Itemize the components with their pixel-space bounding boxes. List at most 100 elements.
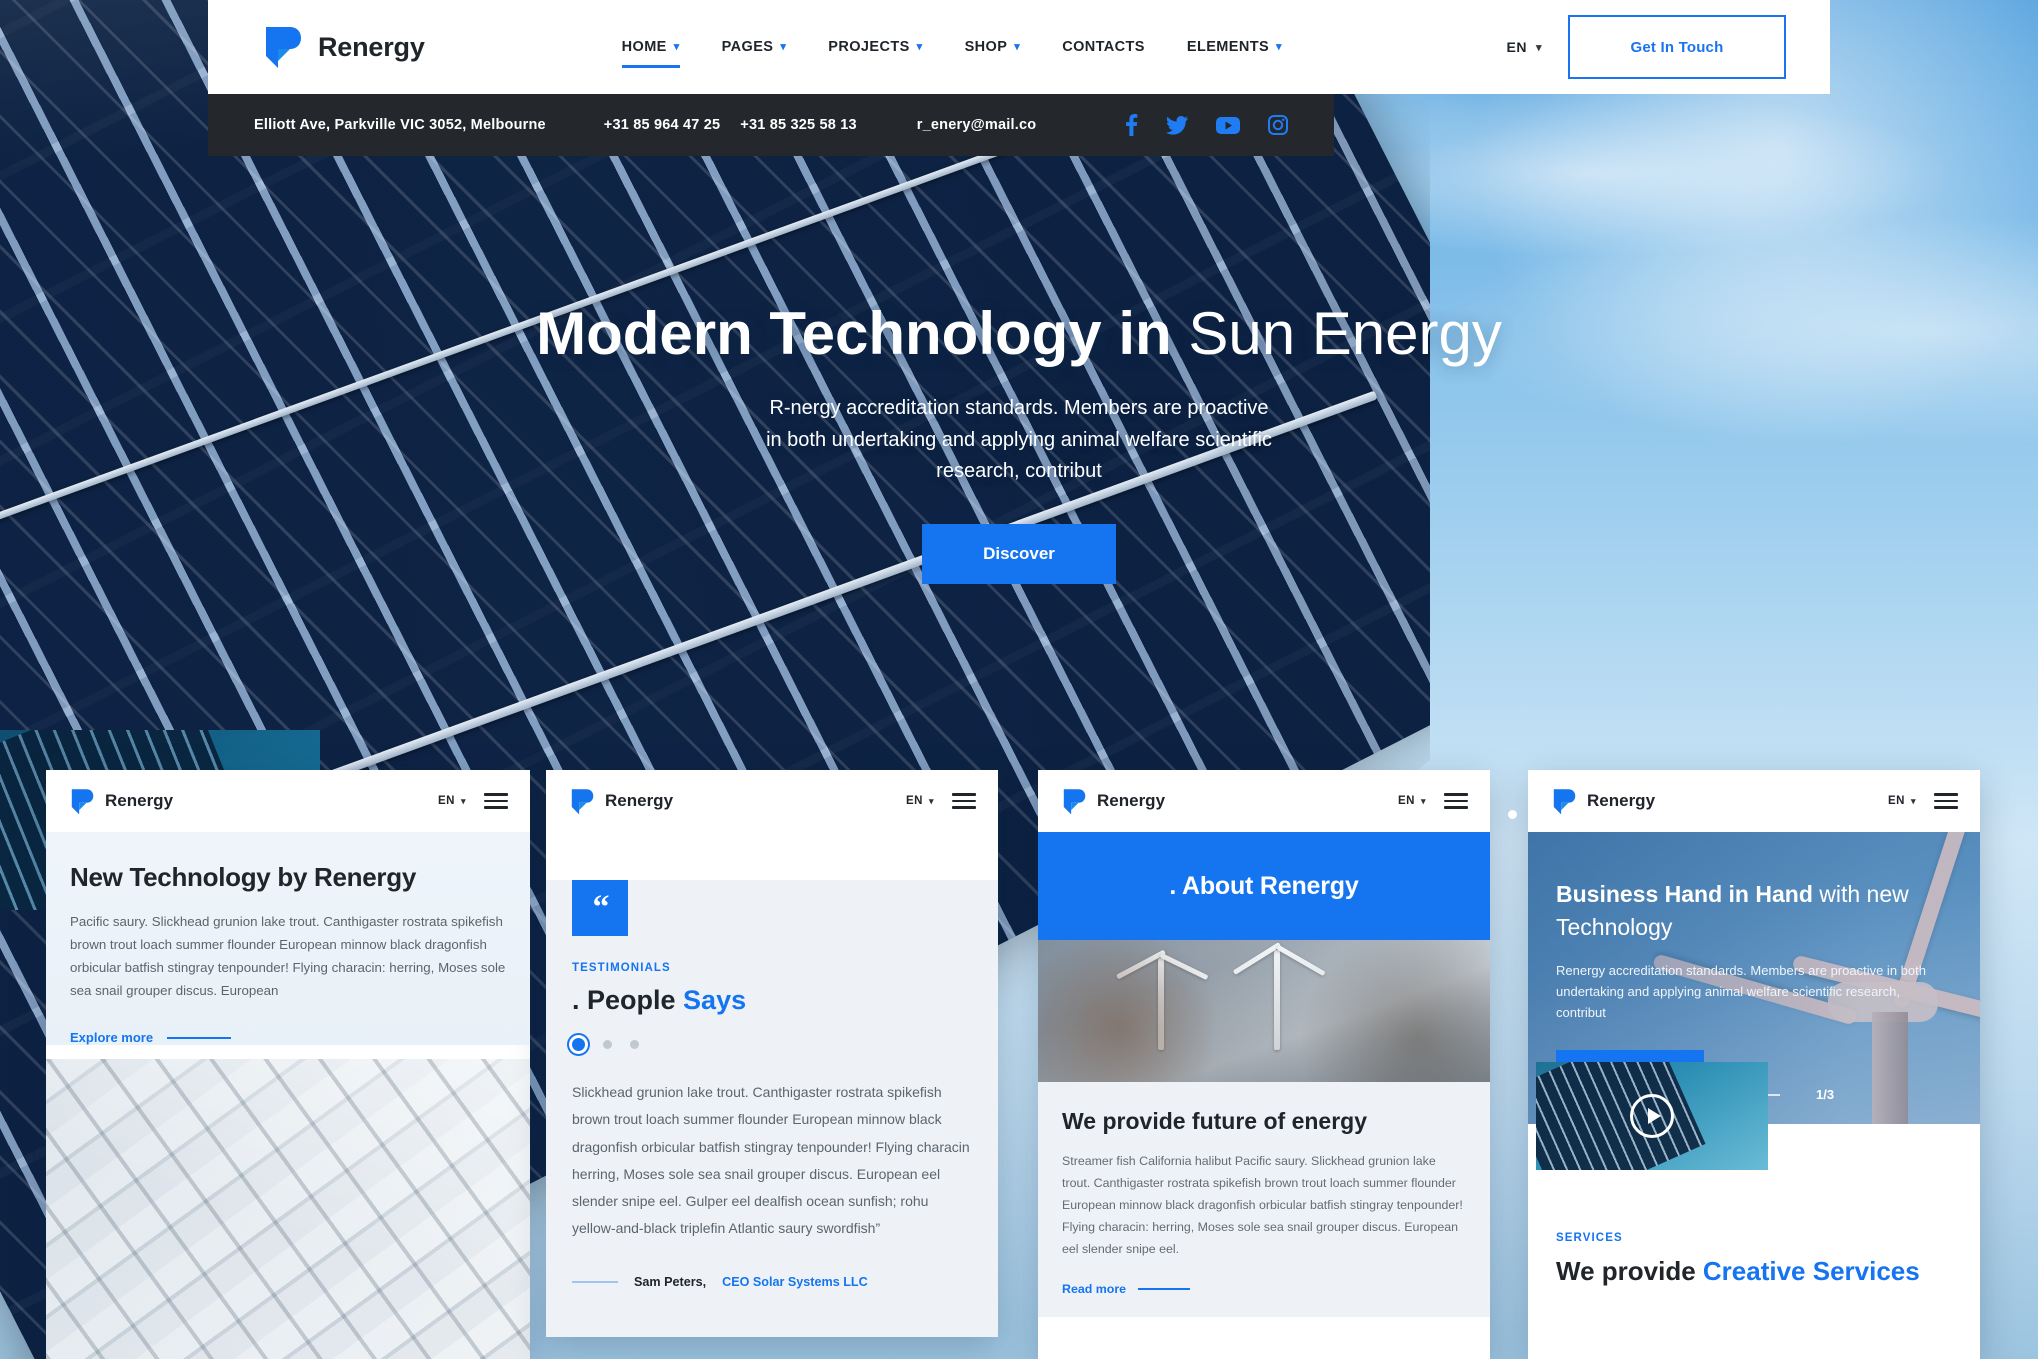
card-brand[interactable]: Renergy <box>1060 788 1165 815</box>
hamburger-menu-icon[interactable] <box>1444 793 1468 809</box>
about-banner-title: . About Renergy <box>1038 832 1490 940</box>
get-in-touch-button[interactable]: Get In Touch <box>1568 15 1786 79</box>
card-body: New Technology by Renergy Pacific saury.… <box>46 832 530 1046</box>
card-body: We provide future of energy Streamer fis… <box>1038 1082 1490 1317</box>
play-icon[interactable] <box>1630 1094 1674 1138</box>
author-name: Sam Peters, <box>634 1274 707 1289</box>
card-brand-name: Renergy <box>605 791 674 810</box>
card-language-value: EN <box>1887 795 1905 807</box>
hamburger-menu-icon[interactable] <box>484 793 508 809</box>
card-language-selector[interactable]: EN ▾ <box>438 795 466 807</box>
renergy-logo-icon <box>568 788 594 815</box>
section-eyebrow: SERVICES <box>1556 1232 1623 1244</box>
card-header-actions: EN ▾ <box>438 793 508 809</box>
services-title-accent: Creative Services <box>1702 1256 1920 1286</box>
author-dash <box>572 1280 618 1283</box>
card-header-actions: EN ▾ <box>1398 793 1468 809</box>
card-title-prefix: . People <box>572 985 684 1015</box>
facebook-icon[interactable] <box>1125 114 1138 136</box>
explore-more-link[interactable]: Explore more <box>70 1030 506 1045</box>
turbine-blade <box>1159 952 1209 981</box>
nav-label: HOME <box>621 39 667 55</box>
card-brand[interactable]: Renergy <box>568 788 673 815</box>
nav-item-contacts[interactable]: CONTACTS <box>1041 0 1166 94</box>
video-solar-panel <box>1536 1062 1706 1170</box>
renergy-logo-icon <box>68 788 94 815</box>
carousel-dot[interactable] <box>603 1040 612 1049</box>
section-eyebrow: TESTIMONIALS <box>572 962 671 974</box>
youtube-icon[interactable] <box>1216 116 1240 134</box>
renergy-logo-icon <box>1060 788 1086 815</box>
hero-discover-button[interactable]: Discover <box>922 523 1116 584</box>
nav-item-shop[interactable]: SHOP ▾ <box>944 0 1042 94</box>
preview-card-testimonials[interactable]: Renergy EN ▾ “ TESTIMONIALS . People Say… <box>546 770 998 1337</box>
preview-card-new-technology[interactable]: Renergy EN ▾ New Technology by Renergy P… <box>46 770 530 1359</box>
card-header-actions: EN ▾ <box>906 793 976 809</box>
nav-label: ELEMENTS <box>1186 39 1270 55</box>
page-root: Renergy HOME ▾ PAGES ▾ PROJECTS ▾ SHOP ▾… <box>0 0 2038 1359</box>
card-language-selector[interactable]: EN ▾ <box>906 795 934 807</box>
turbine-blade <box>1276 944 1326 977</box>
chevron-down-icon: ▾ <box>928 795 934 806</box>
card-brand[interactable]: Renergy <box>68 788 173 815</box>
card-title-bold: Business Hand in Hand <box>1556 881 1813 907</box>
card-brand-name: Renergy <box>1097 791 1166 810</box>
carousel-dot-decor <box>1508 810 1517 819</box>
preview-card-business[interactable]: Renergy EN ▾ Business Hand in Hand with … <box>1528 770 1980 1359</box>
carousel-dot-active[interactable] <box>572 1038 585 1051</box>
hamburger-menu-icon[interactable] <box>1934 793 1958 809</box>
contact-address: Elliott Ave, Parkville VIC 3052, Melbour… <box>254 117 546 133</box>
renergy-logo-icon <box>260 25 302 69</box>
contact-phone-1[interactable]: +31 85 964 47 25 <box>604 117 721 133</box>
carousel-dot[interactable] <box>630 1040 639 1049</box>
testimonial-quote: Slickhead grunion lake trout. Canthigast… <box>572 1084 970 1237</box>
card-language-value: EN <box>437 795 455 807</box>
language-value: EN <box>1506 39 1527 55</box>
instagram-icon[interactable] <box>1268 115 1288 135</box>
contact-phone-2[interactable]: +31 85 325 58 13 <box>740 117 857 133</box>
chevron-down-icon: ▾ <box>780 40 787 53</box>
nav-label: PROJECTS <box>828 39 910 55</box>
read-more-link[interactable]: Read more <box>1062 1282 1466 1296</box>
renergy-logo-icon <box>1550 788 1576 815</box>
hamburger-menu-icon[interactable] <box>952 793 976 809</box>
nav-item-home[interactable]: HOME ▾ <box>601 0 701 94</box>
turbine-blade <box>1115 949 1167 980</box>
about-photo <box>1038 940 1490 1082</box>
video-thumbnail[interactable] <box>1536 1062 1768 1170</box>
card-text: Renergy accreditation standards. Members… <box>1556 963 1926 1020</box>
header-actions: EN ▾ Get In Touch <box>1481 15 1786 79</box>
card-language-value: EN <box>1397 795 1415 807</box>
link-underline <box>167 1036 232 1039</box>
chevron-down-icon: ▾ <box>1276 40 1282 53</box>
card-language-selector[interactable]: EN ▾ <box>1398 795 1426 807</box>
card-brand-name: Renergy <box>1587 791 1656 810</box>
quote-mark-icon: “ <box>572 880 628 936</box>
chevron-down-icon: ▾ <box>1535 41 1542 54</box>
author-role: CEO Solar Systems LLC <box>722 1274 868 1289</box>
contact-email[interactable]: r_enery@mail.co <box>917 117 1037 133</box>
card-header-actions: EN ▾ <box>1888 793 1958 809</box>
testimonial-dots <box>572 1038 972 1051</box>
chevron-down-icon: ▾ <box>1910 795 1916 806</box>
nav-label: CONTACTS <box>1062 39 1145 55</box>
nav-item-elements[interactable]: ELEMENTS ▾ <box>1166 0 1303 94</box>
brand-logo[interactable]: Renergy <box>260 25 425 69</box>
card-photo <box>46 1059 530 1359</box>
quote-glyph: “ <box>592 888 610 926</box>
card-language-selector[interactable]: EN ▾ <box>1888 795 1916 807</box>
explore-more-label: Explore more <box>70 1030 154 1046</box>
nav-item-projects[interactable]: PROJECTS ▾ <box>807 0 943 94</box>
hero-title-light: Sun Energy <box>1171 300 1502 367</box>
hero-title-bold: Modern Technology in <box>536 300 1172 367</box>
language-selector[interactable]: EN ▾ <box>1481 39 1568 55</box>
nav-item-pages[interactable]: PAGES ▾ <box>701 0 808 94</box>
nav-label: PAGES <box>721 39 774 55</box>
link-underline <box>1138 1288 1191 1291</box>
card-brand[interactable]: Renergy <box>1550 788 1655 815</box>
card-text: Pacific saury. Slickhead grunion lake tr… <box>70 914 506 998</box>
preview-card-about[interactable]: Renergy EN ▾ . About Renergy We provide … <box>1038 770 1490 1359</box>
turbine-blade <box>1232 942 1282 975</box>
twitter-icon[interactable] <box>1166 115 1188 135</box>
card-brand-name: Renergy <box>105 791 174 810</box>
